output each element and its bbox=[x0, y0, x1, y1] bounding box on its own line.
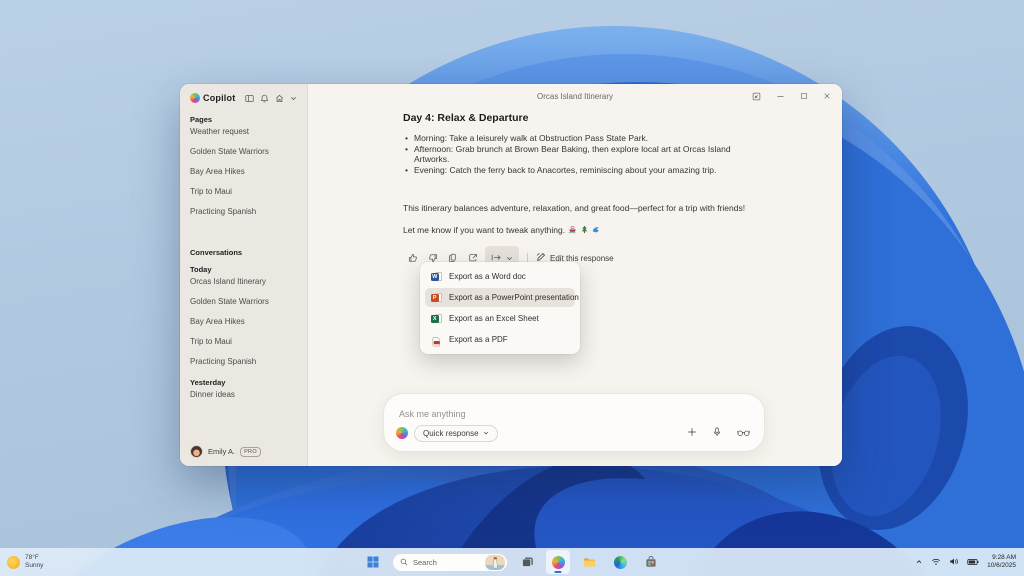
sidebar-item-golden-state-warriors-page[interactable]: Golden State Warriors bbox=[190, 148, 297, 156]
conversation-practicing-spanish[interactable]: Practicing Spanish bbox=[190, 358, 297, 366]
excel-icon: X bbox=[431, 313, 442, 324]
tray-time: 9:28 AM bbox=[987, 554, 1016, 562]
store-button[interactable] bbox=[639, 550, 663, 574]
chevron-down-icon[interactable] bbox=[290, 95, 297, 102]
chat-input[interactable] bbox=[399, 409, 750, 419]
pages-section-label: Pages bbox=[190, 115, 297, 124]
sidebar-item-practicing-spanish-page[interactable]: Practicing Spanish bbox=[190, 208, 297, 216]
compact-mode-icon[interactable] bbox=[752, 92, 761, 101]
conversation-golden-state-warriors[interactable]: Golden State Warriors bbox=[190, 298, 297, 306]
quick-response-label: Quick response bbox=[423, 429, 479, 438]
copilot-vision-glasses-icon[interactable] bbox=[737, 424, 750, 442]
tray-chevron-up-icon[interactable] bbox=[915, 553, 923, 571]
tree-icon bbox=[580, 225, 589, 234]
menu-item-export-powerpoint[interactable]: P Export as a PowerPoint presentation bbox=[425, 288, 575, 307]
copilot-brand: Copilot bbox=[190, 93, 235, 103]
quick-response-selector[interactable]: Quick response bbox=[414, 425, 498, 442]
copilot-logo-icon bbox=[396, 427, 408, 439]
copilot-logo-icon bbox=[190, 93, 200, 103]
wave-icon bbox=[592, 225, 601, 234]
chevron-down-icon bbox=[483, 430, 489, 436]
task-view-icon bbox=[522, 557, 533, 568]
sidebar-item-weather-request[interactable]: Weather request bbox=[190, 128, 297, 136]
conversation-bay-area-hikes[interactable]: Bay Area Hikes bbox=[190, 318, 297, 326]
edge-icon bbox=[614, 556, 627, 569]
copilot-logo-icon bbox=[552, 556, 565, 569]
account-area[interactable]: Emily A. PRO bbox=[190, 445, 261, 458]
chat-pane: Orcas Island Itinerary Day 4: Relax & De… bbox=[308, 84, 842, 466]
file-explorer-button[interactable] bbox=[577, 550, 601, 574]
app-name: Copilot bbox=[203, 93, 235, 103]
weather-condition: Sunny bbox=[25, 562, 43, 570]
edge-browser-button[interactable] bbox=[608, 550, 632, 574]
minimize-icon[interactable] bbox=[776, 92, 785, 101]
add-attachment-icon[interactable] bbox=[687, 424, 697, 442]
powerpoint-icon: P bbox=[431, 292, 442, 303]
sidebar-item-bay-area-hikes-page[interactable]: Bay Area Hikes bbox=[190, 168, 297, 176]
itinerary-afternoon: Afternoon: Grab brunch at Brown Bear Bak… bbox=[403, 144, 753, 165]
taskbar-search[interactable]: Search bbox=[392, 553, 508, 572]
composer: Quick response bbox=[383, 393, 765, 452]
itinerary-list: Morning: Take a leisurely walk at Obstru… bbox=[403, 133, 753, 175]
user-avatar bbox=[190, 445, 203, 458]
window-titlebar: Orcas Island Itinerary bbox=[308, 84, 842, 108]
weather-widget[interactable]: 78°F Sunny bbox=[7, 554, 43, 570]
message-heading: Day 4: Relax & Departure bbox=[403, 112, 768, 124]
task-view-button[interactable] bbox=[515, 550, 539, 574]
conversation-trip-to-maui[interactable]: Trip to Maui bbox=[190, 338, 297, 346]
yesterday-group-label: Yesterday bbox=[190, 378, 297, 387]
export-menu: W Export as a Word doc P Export as a Pow… bbox=[420, 262, 580, 354]
message-summary: This itinerary balances adventure, relax… bbox=[403, 203, 753, 214]
search-placeholder: Search bbox=[413, 558, 480, 567]
conversation-title: Orcas Island Itinerary bbox=[537, 92, 613, 101]
copilot-window: Copilot Pages Weather request Golden Sta… bbox=[180, 84, 842, 466]
pdf-icon bbox=[431, 334, 442, 345]
wifi-icon[interactable] bbox=[931, 553, 941, 571]
conversations-section-label: Conversations bbox=[190, 248, 297, 257]
itinerary-morning: Morning: Take a leisurely walk at Obstru… bbox=[403, 133, 753, 144]
message-closing: Let me know if you want to tweak anythin… bbox=[403, 225, 753, 236]
copilot-taskbar-button[interactable] bbox=[546, 550, 570, 574]
pro-badge: PRO bbox=[240, 447, 261, 457]
conversation-orcas-island-itinerary[interactable]: Orcas Island Itinerary bbox=[190, 278, 297, 286]
sidebar-item-trip-to-maui-page[interactable]: Trip to Maui bbox=[190, 188, 297, 196]
battery-icon[interactable] bbox=[967, 553, 979, 571]
menu-item-export-word[interactable]: W Export as a Word doc bbox=[425, 267, 575, 286]
thumbs-up-icon[interactable] bbox=[403, 250, 423, 266]
search-icon bbox=[400, 558, 408, 566]
search-daily-image bbox=[485, 555, 505, 570]
ferry-icon bbox=[568, 225, 577, 234]
sidebar-toggle-icon[interactable] bbox=[245, 94, 254, 103]
assistant-message: Day 4: Relax & Departure Morning: Take a… bbox=[308, 108, 768, 270]
weather-temperature: 78°F bbox=[25, 554, 43, 562]
closing-text: Let me know if you want to tweak anythin… bbox=[403, 225, 565, 236]
tray-date: 10/6/2025 bbox=[987, 562, 1016, 570]
user-name: Emily A. bbox=[208, 447, 235, 456]
word-icon: W bbox=[431, 271, 442, 282]
menu-item-export-pdf[interactable]: Export as a PDF bbox=[425, 330, 575, 349]
microphone-icon[interactable] bbox=[712, 424, 722, 442]
close-icon[interactable] bbox=[823, 92, 831, 100]
folder-icon bbox=[583, 557, 596, 568]
sun-icon bbox=[7, 556, 20, 569]
home-icon[interactable] bbox=[275, 94, 284, 103]
today-group-label: Today bbox=[190, 265, 297, 274]
notifications-bell-icon[interactable] bbox=[260, 94, 269, 103]
maximize-icon[interactable] bbox=[800, 92, 808, 100]
itinerary-evening: Evening: Catch the ferry back to Anacort… bbox=[403, 165, 753, 176]
clock-widget[interactable]: 9:28 AM 10/6/2025 bbox=[987, 554, 1016, 570]
menu-item-export-excel[interactable]: X Export as an Excel Sheet bbox=[425, 309, 575, 328]
windows-logo-icon bbox=[367, 556, 379, 568]
start-button[interactable] bbox=[361, 550, 385, 574]
taskbar: 78°F Sunny Search bbox=[0, 548, 1024, 576]
sidebar: Copilot Pages Weather request Golden Sta… bbox=[180, 84, 308, 466]
conversation-dinner-ideas[interactable]: Dinner ideas bbox=[190, 391, 297, 399]
volume-icon[interactable] bbox=[949, 553, 959, 571]
store-icon bbox=[645, 556, 657, 568]
